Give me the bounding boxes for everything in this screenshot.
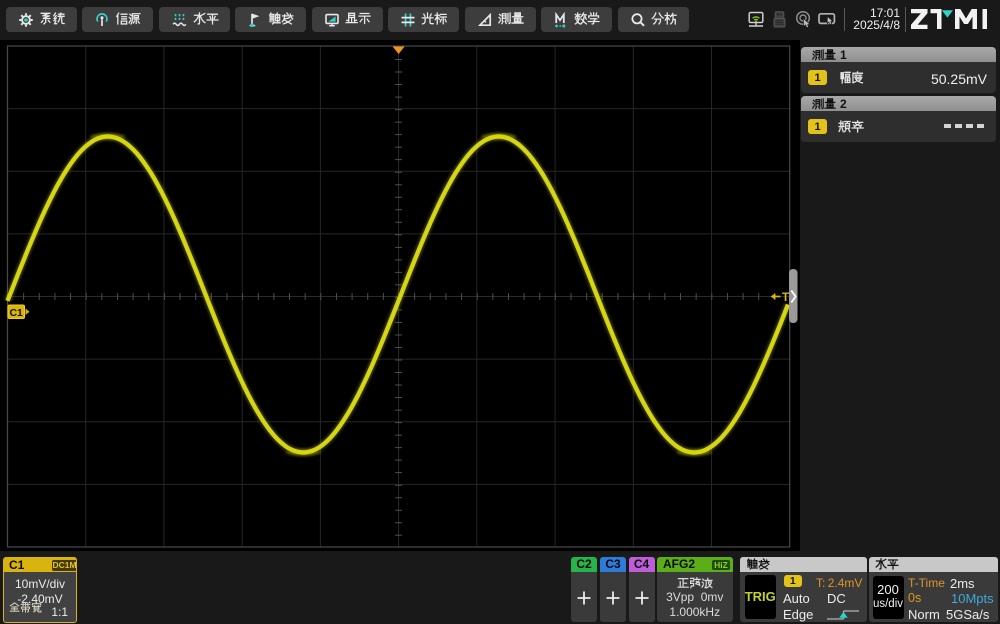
svg-text:C1: C1 <box>9 307 23 319</box>
svg-text:T: T <box>782 290 790 304</box>
